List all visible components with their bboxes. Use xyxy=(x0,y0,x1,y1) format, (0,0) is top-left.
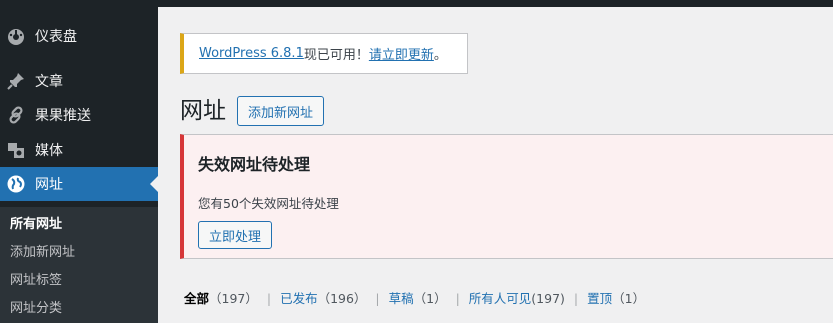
process-now-button[interactable]: 立即处理 xyxy=(198,221,273,249)
menu-label: 文章 xyxy=(35,74,63,90)
update-notice-end: 。 xyxy=(433,48,447,63)
separator: | xyxy=(573,291,579,306)
menu-item-media[interactable]: 媒体 xyxy=(0,133,158,167)
separator: | xyxy=(455,291,460,306)
update-now-link[interactable]: 请立即更新 xyxy=(369,44,434,63)
separator: | xyxy=(266,291,272,306)
admin-bar xyxy=(0,0,833,7)
notice-heading: 失效网址待处理 xyxy=(198,155,311,174)
filter-count: （196） xyxy=(317,291,367,306)
separator: | xyxy=(375,291,380,306)
submenu-url-categories[interactable]: 网址分类 xyxy=(10,297,62,316)
filter-all[interactable]: 全部 xyxy=(184,291,209,306)
pushpin-icon xyxy=(6,71,26,91)
filter-published[interactable]: 已发布 xyxy=(280,291,318,306)
media-icon xyxy=(6,140,26,160)
filter-count: (197) xyxy=(531,291,565,306)
menu-label: 网址 xyxy=(35,177,63,193)
menu-item-urls[interactable]: 网址 xyxy=(0,167,158,201)
submenu-all-urls[interactable]: 所有网址 xyxy=(10,213,62,232)
menu-item-posts[interactable]: 文章 xyxy=(0,64,158,98)
add-new-url-button[interactable]: 添加新网址 xyxy=(237,96,325,126)
filter-count: （1） xyxy=(612,291,646,306)
page-title: 网址 xyxy=(180,98,226,124)
filter-count: （1） xyxy=(413,291,447,306)
filter-public[interactable]: 所有人可见 xyxy=(469,291,532,306)
link-icon xyxy=(6,105,26,125)
menu-label: 媒体 xyxy=(35,143,63,159)
broken-links-notice: 失效网址待处理 您有50个失效网址待处理 立即处理 xyxy=(180,134,833,259)
filter-draft[interactable]: 草稿 xyxy=(389,291,414,306)
admin-sidebar: 仪表盘 文章 果果推送 媒体 网址 所有网址 添加新网址 网址标签 网址分类 xyxy=(0,7,158,323)
filter-sticky[interactable]: 置顶 xyxy=(587,291,612,306)
menu-label: 仪表盘 xyxy=(35,29,77,45)
menu-item-dashboard[interactable]: 仪表盘 xyxy=(0,19,158,53)
status-filter-links: 全部（197） | 已发布（196） | 草稿（1） | 所有人可见(197) … xyxy=(184,288,645,307)
menu-item-push[interactable]: 果果推送 xyxy=(0,98,158,132)
update-notice: WordPress 6.8.1 现已可用！ 请立即更新 。 xyxy=(180,33,468,74)
filter-count: （197） xyxy=(209,291,258,306)
update-notice-text: 现已可用！ xyxy=(303,48,369,63)
wordpress-version-link[interactable]: WordPress 6.8.1 xyxy=(199,46,304,61)
dashboard-icon xyxy=(6,26,26,46)
submenu-url-tags[interactable]: 网址标签 xyxy=(10,269,62,288)
globe-icon xyxy=(6,174,26,194)
urls-submenu: 所有网址 添加新网址 网址标签 网址分类 xyxy=(0,207,158,323)
notice-message: 您有50个失效网址待处理 xyxy=(198,196,339,211)
submenu-add-new-url[interactable]: 添加新网址 xyxy=(10,241,75,260)
menu-label: 果果推送 xyxy=(35,108,91,124)
